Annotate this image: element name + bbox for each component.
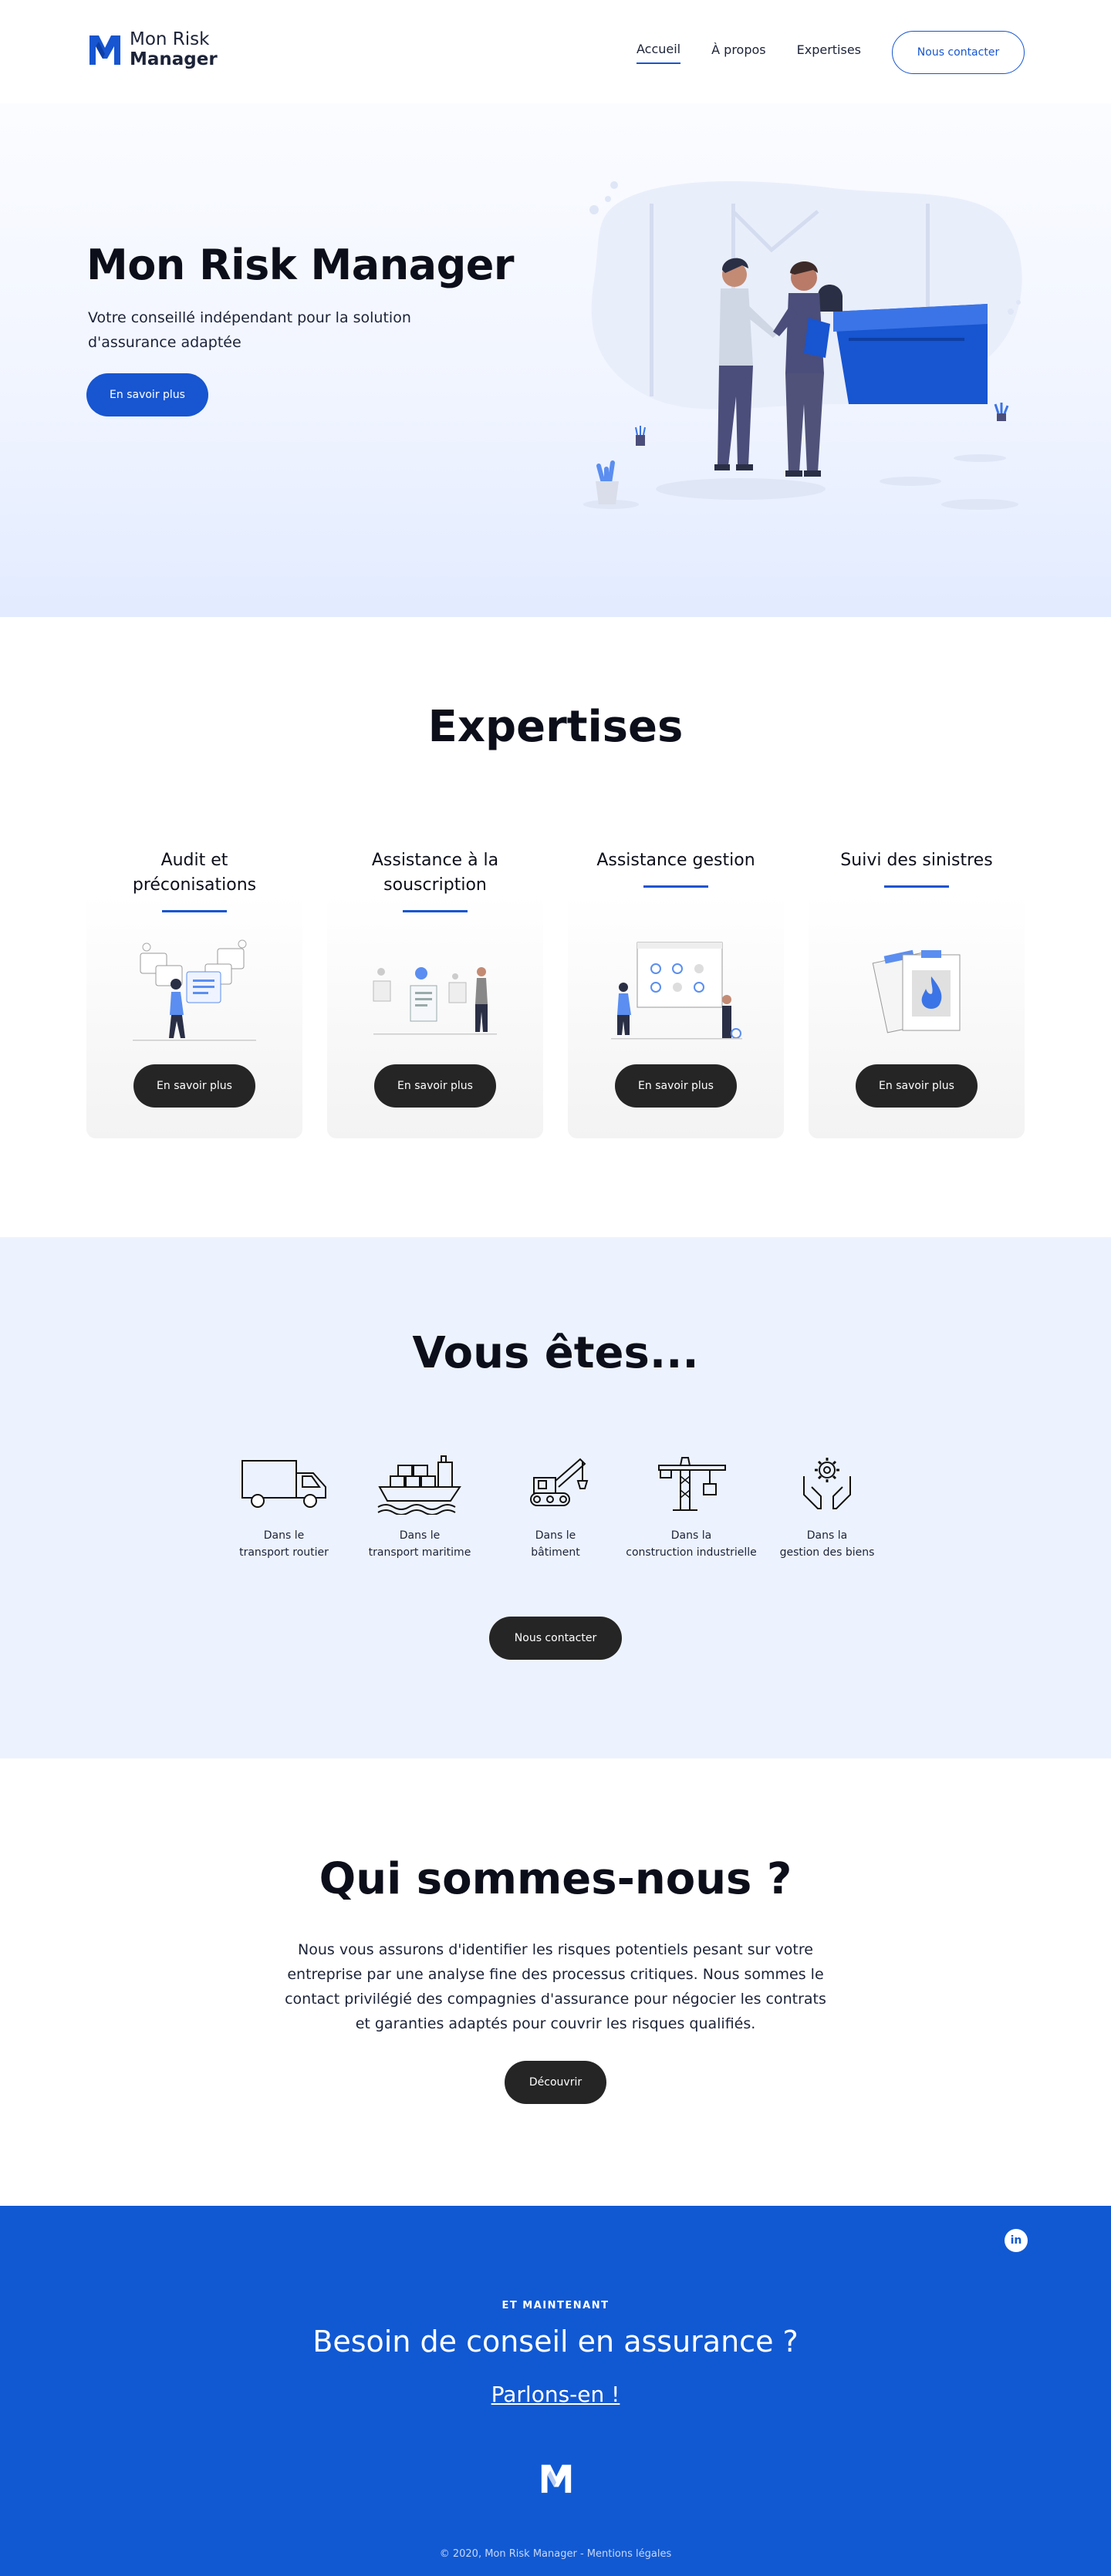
audience-contact-button[interactable]: Nous contacter — [489, 1617, 622, 1660]
expertise-card-souscription: Assistance à la souscription En savoir p… — [327, 848, 543, 1138]
about-title: Qui sommes-nous ? — [319, 1854, 792, 1904]
sector-list: Dans le transport routier Dans le transp… — [216, 1453, 895, 1561]
card-title: Audit et préconisations — [86, 848, 302, 898]
sector-label-line2: transport routier — [239, 1546, 329, 1559]
brand-name-line2: Manager — [130, 49, 218, 69]
sector-label-line2: bâtiment — [531, 1546, 580, 1559]
site-header: Mon Risk Manager Accueil À propos Expert… — [0, 0, 1111, 103]
sector-label: Dans la construction industrielle — [623, 1527, 759, 1561]
sector-label: Dans la gestion des biens — [759, 1527, 895, 1561]
copyright-text[interactable]: © 2020, Mon Risk Manager - Mentions léga… — [0, 2548, 1111, 2560]
sector-label-line1: Dans la — [806, 1529, 848, 1542]
card-underline — [403, 910, 468, 912]
nav-item-a-propos[interactable]: À propos — [711, 42, 765, 63]
discover-button[interactable]: Découvrir — [505, 2061, 606, 2104]
hero-cta-button[interactable]: En savoir plus — [86, 373, 208, 416]
card-underline — [162, 910, 227, 912]
audit-more-button[interactable]: En savoir plus — [133, 1064, 255, 1108]
footer-title: Besoin de conseil en assurance ? — [312, 2325, 799, 2359]
footer-contact-link: Parlons-en ! — [0, 2382, 1111, 2407]
brand-name-line1: Mon Risk — [130, 29, 210, 49]
site-footer: in ET MAINTENANT Besoin de conseil en as… — [0, 2206, 1111, 2576]
nav-item-accueil[interactable]: Accueil — [636, 42, 681, 64]
claims-more-button[interactable]: En savoir plus — [856, 1064, 978, 1108]
expertises-title: Expertises — [427, 702, 684, 752]
sector-industrial-construction: Dans la construction industrielle — [623, 1453, 759, 1561]
sector-label: Dans le transport maritime — [352, 1527, 488, 1561]
sector-maritime-transport: Dans le transport maritime — [352, 1453, 488, 1561]
hands-gear-icon — [803, 1458, 851, 1509]
expertises-cards: Audit et préconisations En savoir plus A… — [86, 848, 1025, 1138]
sector-label-line2: transport maritime — [368, 1546, 471, 1559]
card-title-text: Audit et préconisations — [132, 851, 257, 895]
footer-logo-icon — [541, 2464, 572, 2493]
audience-section: Vous êtes... Dans le transport routier D… — [0, 1237, 1111, 1758]
contact-button[interactable]: Nous contacter — [892, 31, 1025, 74]
audience-title: Vous êtes... — [412, 1328, 699, 1378]
expertise-card-gestion: Assistance gestion En savoir plus — [568, 848, 784, 1138]
card-title: Assistance à la souscription — [327, 848, 543, 898]
hero-title: Mon Risk Manager — [86, 241, 515, 289]
sector-property-management: Dans la gestion des biens — [759, 1453, 895, 1561]
sector-label: Dans le transport routier — [216, 1527, 352, 1561]
brand-logo[interactable]: Mon Risk Manager — [86, 29, 218, 69]
sector-label-line1: Dans le — [535, 1529, 576, 1542]
sector-label-line1: Dans la — [670, 1529, 712, 1542]
footer-eyebrow: ET MAINTENANT — [501, 2300, 610, 2311]
sector-label-line1: Dans le — [263, 1529, 305, 1542]
audit-illustration — [133, 939, 256, 1041]
about-text: Nous vous assurons d'identifier les risq… — [285, 1941, 826, 2032]
sector-label-line2: gestion des biens — [779, 1546, 875, 1559]
card-underline — [884, 885, 949, 888]
truck-icon — [241, 1460, 326, 1508]
nav-item-expertises[interactable]: Expertises — [797, 42, 861, 63]
card-title: Suivi des sinistres — [840, 851, 993, 870]
sector-building: Dans le bâtiment — [488, 1453, 623, 1561]
handshake-illustration — [583, 181, 1022, 510]
sector-label: Dans le bâtiment — [488, 1527, 623, 1561]
claims-illustration — [872, 949, 961, 1033]
hero-subtitle: Votre conseillé indépendant pour la solu… — [88, 309, 411, 351]
management-illustration — [611, 942, 742, 1040]
sector-label-line2: construction industrielle — [626, 1546, 757, 1559]
sector-label-line1: Dans le — [399, 1529, 441, 1542]
excavator-icon — [530, 1458, 589, 1506]
hero-section: Mon Risk Manager Votre conseillé indépen… — [0, 103, 1111, 617]
subscription-illustration — [373, 967, 497, 1035]
expertise-card-sinistres: Suivi des sinistres En savoir plus — [809, 848, 1025, 1138]
footer-contact-link-text[interactable]: Parlons-en ! — [491, 2382, 620, 2407]
crane-icon — [658, 1457, 726, 1511]
linkedin-icon[interactable]: in — [1005, 2229, 1028, 2252]
card-title: Assistance gestion — [596, 851, 755, 870]
management-more-button[interactable]: En savoir plus — [615, 1064, 737, 1108]
card-title-text: Assistance à la souscription — [371, 851, 499, 895]
brand-name: Mon Risk Manager — [130, 29, 218, 69]
sector-road-transport: Dans le transport routier — [216, 1453, 352, 1561]
ship-icon — [377, 1455, 461, 1515]
subscription-more-button[interactable]: En savoir plus — [374, 1064, 496, 1108]
card-underline — [643, 885, 708, 888]
main-nav: Accueil À propos Expertises Nous contact… — [636, 31, 1025, 74]
page: Mon Risk Manager Accueil À propos Expert… — [0, 0, 1111, 2576]
expertise-card-audit: Audit et préconisations En savoir plus — [86, 848, 302, 1138]
logo-m-icon — [89, 35, 120, 65]
